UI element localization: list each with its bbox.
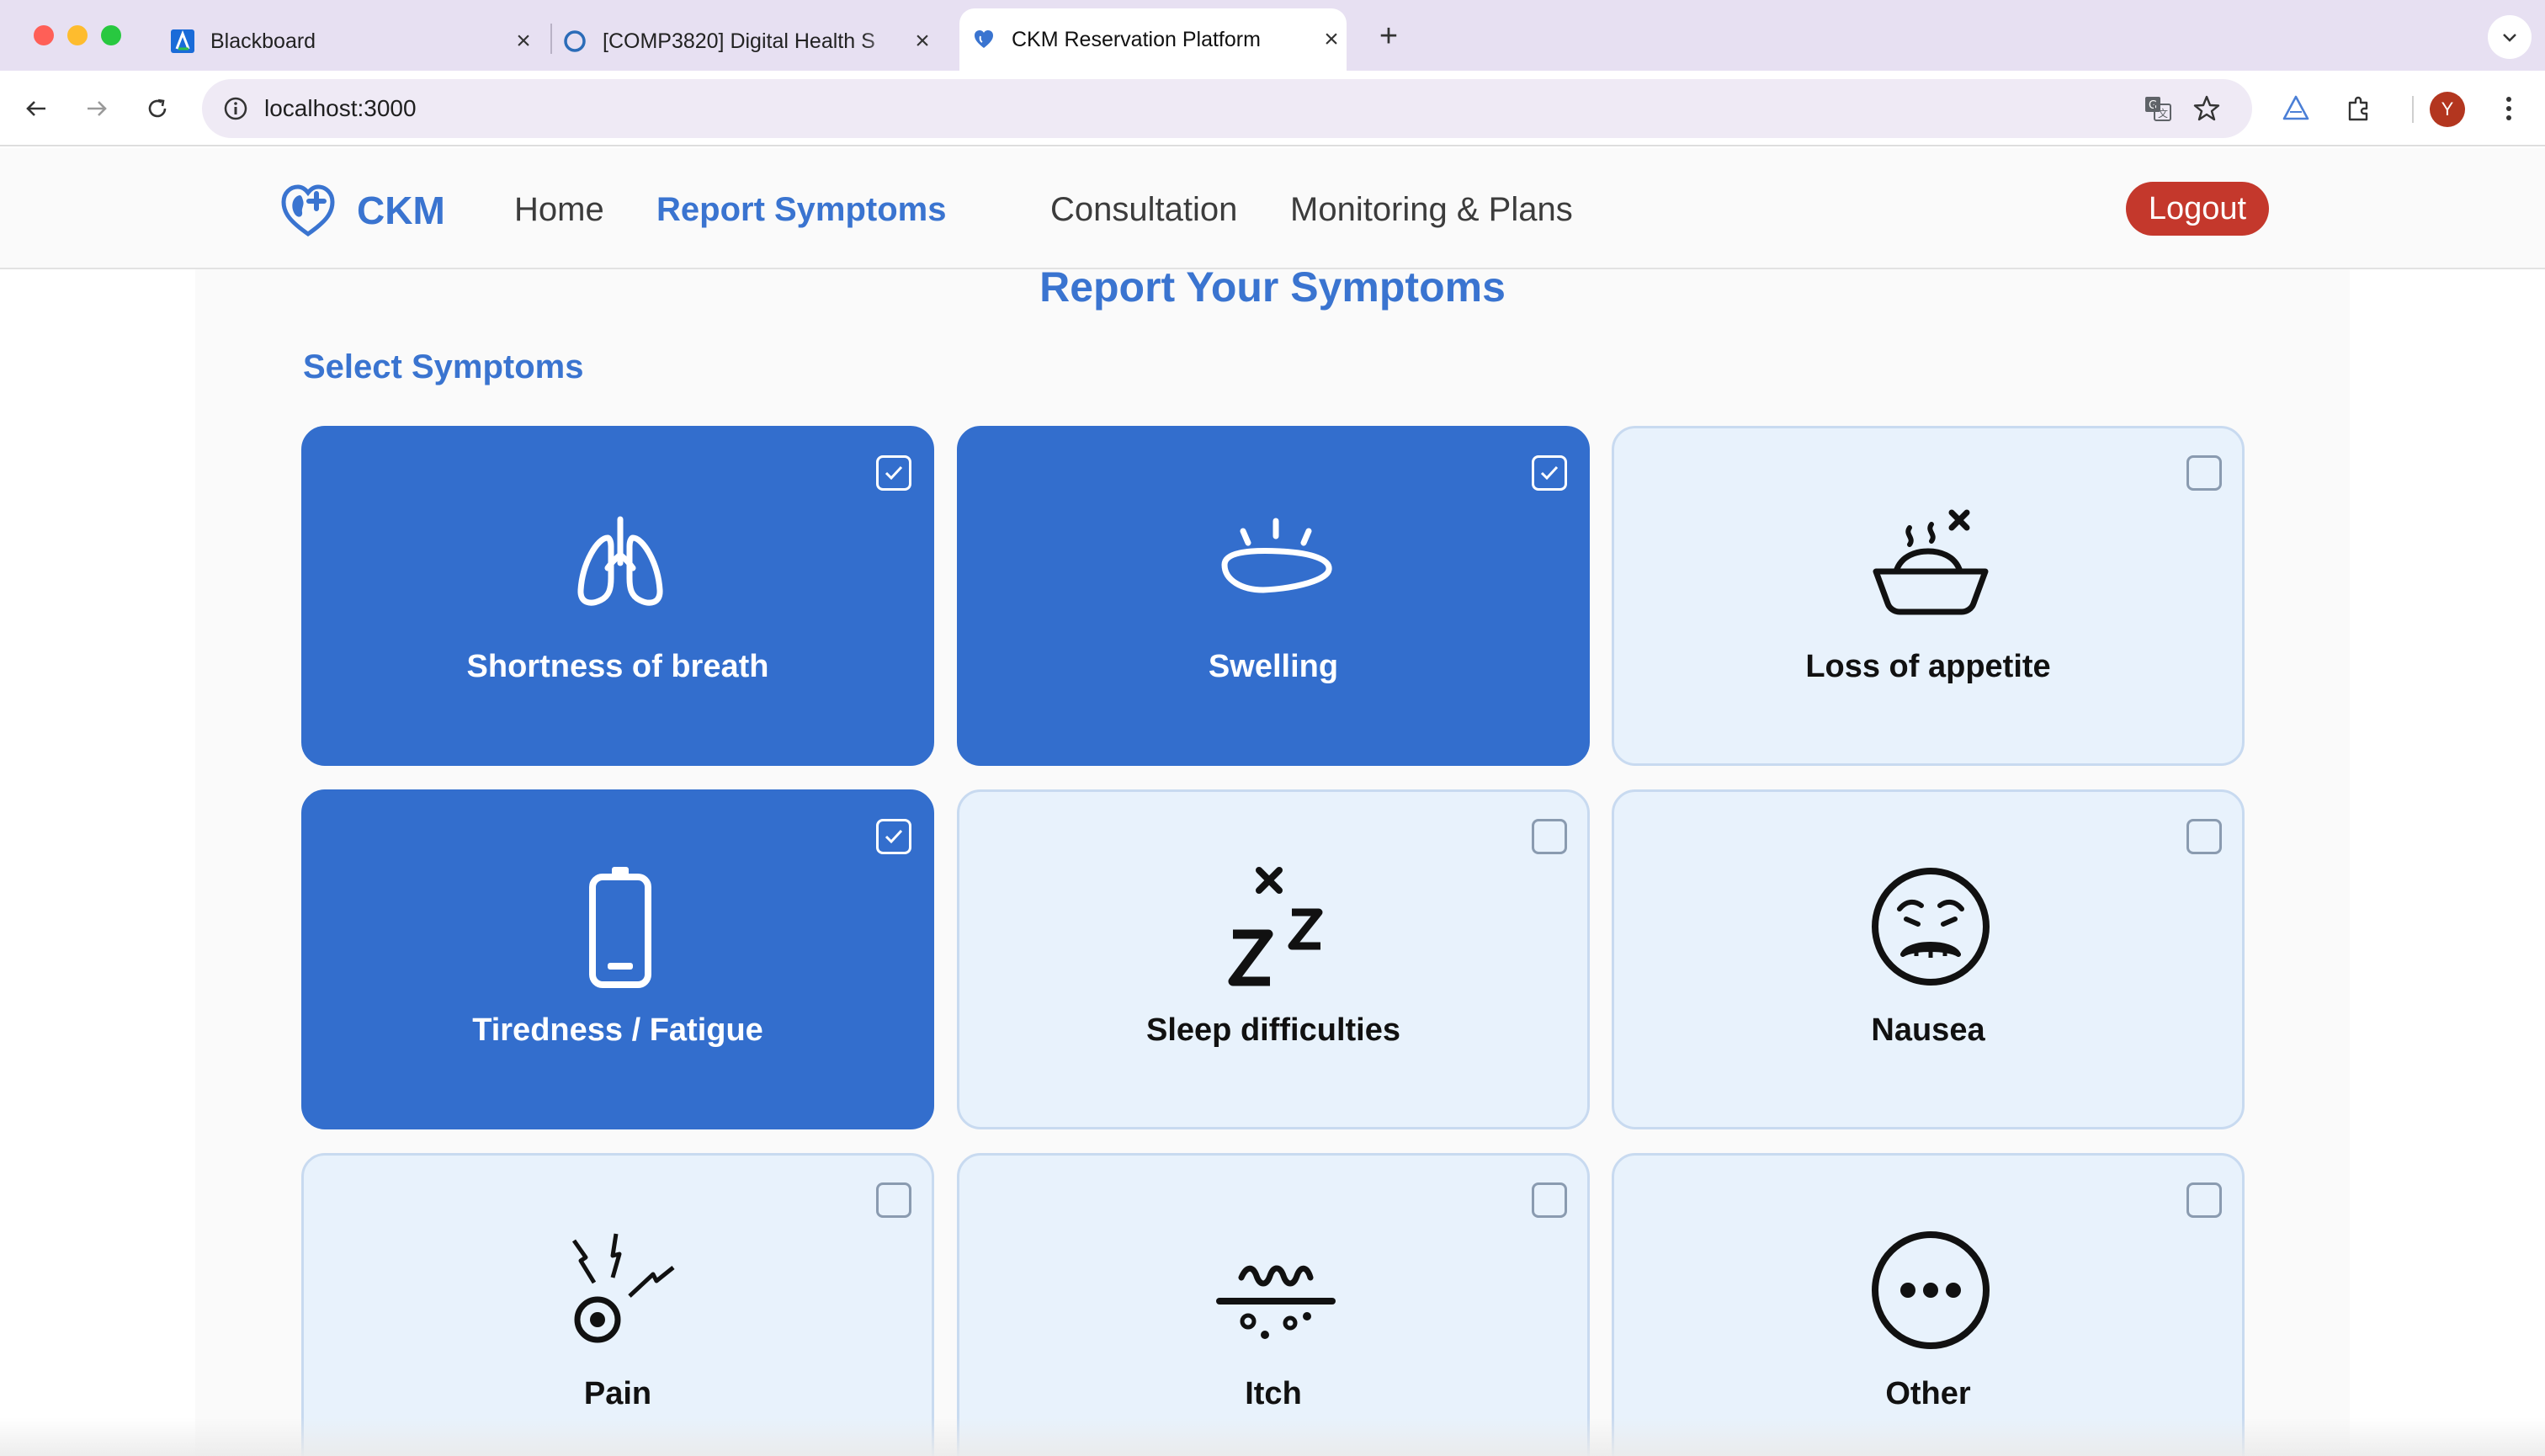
browser-tab-strip: Blackboard × [COMP3820] Digital Health S… bbox=[0, 0, 2545, 71]
svg-text:G: G bbox=[2149, 99, 2157, 112]
site-info-icon[interactable] bbox=[220, 93, 251, 124]
symptom-label: Other bbox=[1885, 1376, 1971, 1411]
section-title: Select Symptoms bbox=[303, 348, 584, 385]
symptom-checkbox[interactable] bbox=[1532, 455, 1567, 491]
tab-title: [COMP3820] Digital Health S bbox=[603, 29, 875, 53]
kidney-heart-logo-icon bbox=[281, 184, 335, 237]
browser-tab-comp3820[interactable]: [COMP3820] Digital Health S × bbox=[562, 12, 938, 71]
reload-icon bbox=[148, 98, 167, 118]
symptom-checkbox[interactable] bbox=[1532, 1182, 1567, 1218]
window-minimize-button[interactable] bbox=[67, 25, 88, 45]
page-title: Report Your Symptoms bbox=[1039, 263, 1506, 311]
address-bar[interactable]: localhost:3000 G文 bbox=[202, 79, 2252, 138]
food-bowl-icon bbox=[1863, 496, 1998, 630]
toolbar-divider bbox=[2412, 96, 2414, 123]
brand-name: CKM bbox=[357, 189, 445, 232]
back-button[interactable] bbox=[17, 89, 56, 128]
translate-icon[interactable]: G文 bbox=[2141, 92, 2175, 125]
drive-extension-icon[interactable] bbox=[2277, 89, 2315, 128]
pain-icon bbox=[553, 1223, 688, 1358]
tab-title: CKM Reservation Platform bbox=[1012, 27, 1261, 51]
profile-avatar[interactable]: Y bbox=[2430, 92, 2465, 127]
itch-icon bbox=[1209, 1223, 1343, 1358]
symptom-card-nausea[interactable]: Nausea bbox=[1612, 789, 2245, 1129]
app-navbar: CKM Home Report Symptoms Consultation Mo… bbox=[0, 148, 2545, 269]
checkmark-icon bbox=[1540, 465, 1559, 481]
symptom-card-pain[interactable]: Pain bbox=[301, 1153, 934, 1456]
symptom-card-sleep-difficulties[interactable]: Sleep difficulties bbox=[957, 789, 1590, 1129]
checkmark-icon bbox=[885, 829, 903, 844]
tab-close-icon[interactable]: × bbox=[907, 26, 938, 56]
symptom-card-loss-of-appetite[interactable]: Loss of appetite bbox=[1612, 426, 2245, 766]
ring-favicon-icon bbox=[562, 29, 587, 54]
nav-consultation[interactable]: Consultation bbox=[1050, 189, 1237, 231]
symptom-label: Loss of appetite bbox=[1805, 649, 2051, 684]
window-zoom-button[interactable] bbox=[101, 25, 121, 45]
chevron-down-icon bbox=[2503, 34, 2516, 42]
symptom-checkbox[interactable] bbox=[876, 455, 911, 491]
symptom-label: Shortness of breath bbox=[466, 649, 769, 684]
symptom-checkbox[interactable] bbox=[1532, 819, 1567, 854]
reload-button[interactable] bbox=[138, 89, 177, 128]
new-tab-button[interactable]: + bbox=[1365, 15, 1412, 57]
forward-button[interactable] bbox=[77, 89, 116, 128]
symptom-label: Tiredness / Fatigue bbox=[472, 1012, 763, 1048]
web-page: CKM Home Report Symptoms Consultation Mo… bbox=[0, 148, 2545, 1456]
tab-close-icon[interactable]: × bbox=[1316, 24, 1347, 55]
sleep-zz-icon bbox=[1209, 859, 1343, 994]
symptom-checkbox[interactable] bbox=[2186, 1182, 2222, 1218]
ckm-favicon-icon bbox=[971, 27, 996, 52]
extensions-puzzle-icon[interactable] bbox=[2340, 89, 2378, 128]
url-text[interactable]: localhost:3000 bbox=[264, 93, 417, 124]
battery-low-icon bbox=[553, 859, 688, 994]
symptom-card-other[interactable]: Other bbox=[1612, 1153, 2245, 1456]
symptom-label: Pain bbox=[583, 1376, 652, 1411]
brand[interactable]: CKM bbox=[279, 182, 445, 239]
arrow-right-icon bbox=[88, 101, 107, 116]
browser-toolbar: localhost:3000 G文 Y bbox=[0, 71, 2545, 146]
symptom-checkbox[interactable] bbox=[876, 1182, 911, 1218]
symptom-checkbox[interactable] bbox=[2186, 819, 2222, 854]
more-icon bbox=[1863, 1223, 1998, 1358]
nauseous-face-icon bbox=[1863, 859, 1998, 994]
arrow-left-icon bbox=[26, 101, 45, 116]
nav-report-symptoms[interactable]: Report Symptoms bbox=[656, 189, 947, 231]
swelling-icon bbox=[1209, 496, 1343, 630]
tab-search-button[interactable] bbox=[2488, 15, 2532, 59]
symptom-card-itch[interactable]: Itch bbox=[957, 1153, 1590, 1456]
window-close-button[interactable] bbox=[34, 25, 54, 45]
symptom-card-shortness-of-breath[interactable]: Shortness of breath bbox=[301, 426, 934, 766]
nav-home[interactable]: Home bbox=[514, 189, 604, 231]
nav-monitoring-plans[interactable]: Monitoring & Plans bbox=[1290, 189, 1573, 231]
kebab-menu-icon bbox=[2506, 97, 2511, 120]
blackboard-favicon-icon bbox=[170, 29, 195, 54]
lungs-icon bbox=[553, 496, 688, 630]
checkmark-icon bbox=[885, 465, 903, 481]
tab-close-icon[interactable]: × bbox=[508, 26, 539, 56]
svg-text:文: 文 bbox=[2158, 107, 2168, 120]
symptom-checkbox[interactable] bbox=[2186, 455, 2222, 491]
browser-tab-ckm[interactable]: CKM Reservation Platform × bbox=[959, 8, 1347, 71]
symptom-checkbox[interactable] bbox=[876, 819, 911, 854]
tab-separator bbox=[550, 24, 552, 54]
symptom-label: Nausea bbox=[1871, 1012, 1985, 1048]
symptom-label: Sleep difficulties bbox=[1146, 1012, 1400, 1048]
symptom-card-tiredness-fatigue[interactable]: Tiredness / Fatigue bbox=[301, 789, 934, 1129]
tab-title: Blackboard bbox=[210, 29, 316, 53]
logout-button[interactable]: Logout bbox=[2126, 182, 2269, 236]
symptom-card-swelling[interactable]: Swelling bbox=[957, 426, 1590, 766]
browser-tab-blackboard[interactable]: Blackboard × bbox=[165, 12, 539, 71]
bookmark-star-icon[interactable] bbox=[2190, 92, 2224, 125]
symptom-label: Itch bbox=[1245, 1376, 1302, 1411]
symptom-label: Swelling bbox=[1208, 649, 1339, 684]
browser-menu-button[interactable] bbox=[2489, 89, 2528, 128]
